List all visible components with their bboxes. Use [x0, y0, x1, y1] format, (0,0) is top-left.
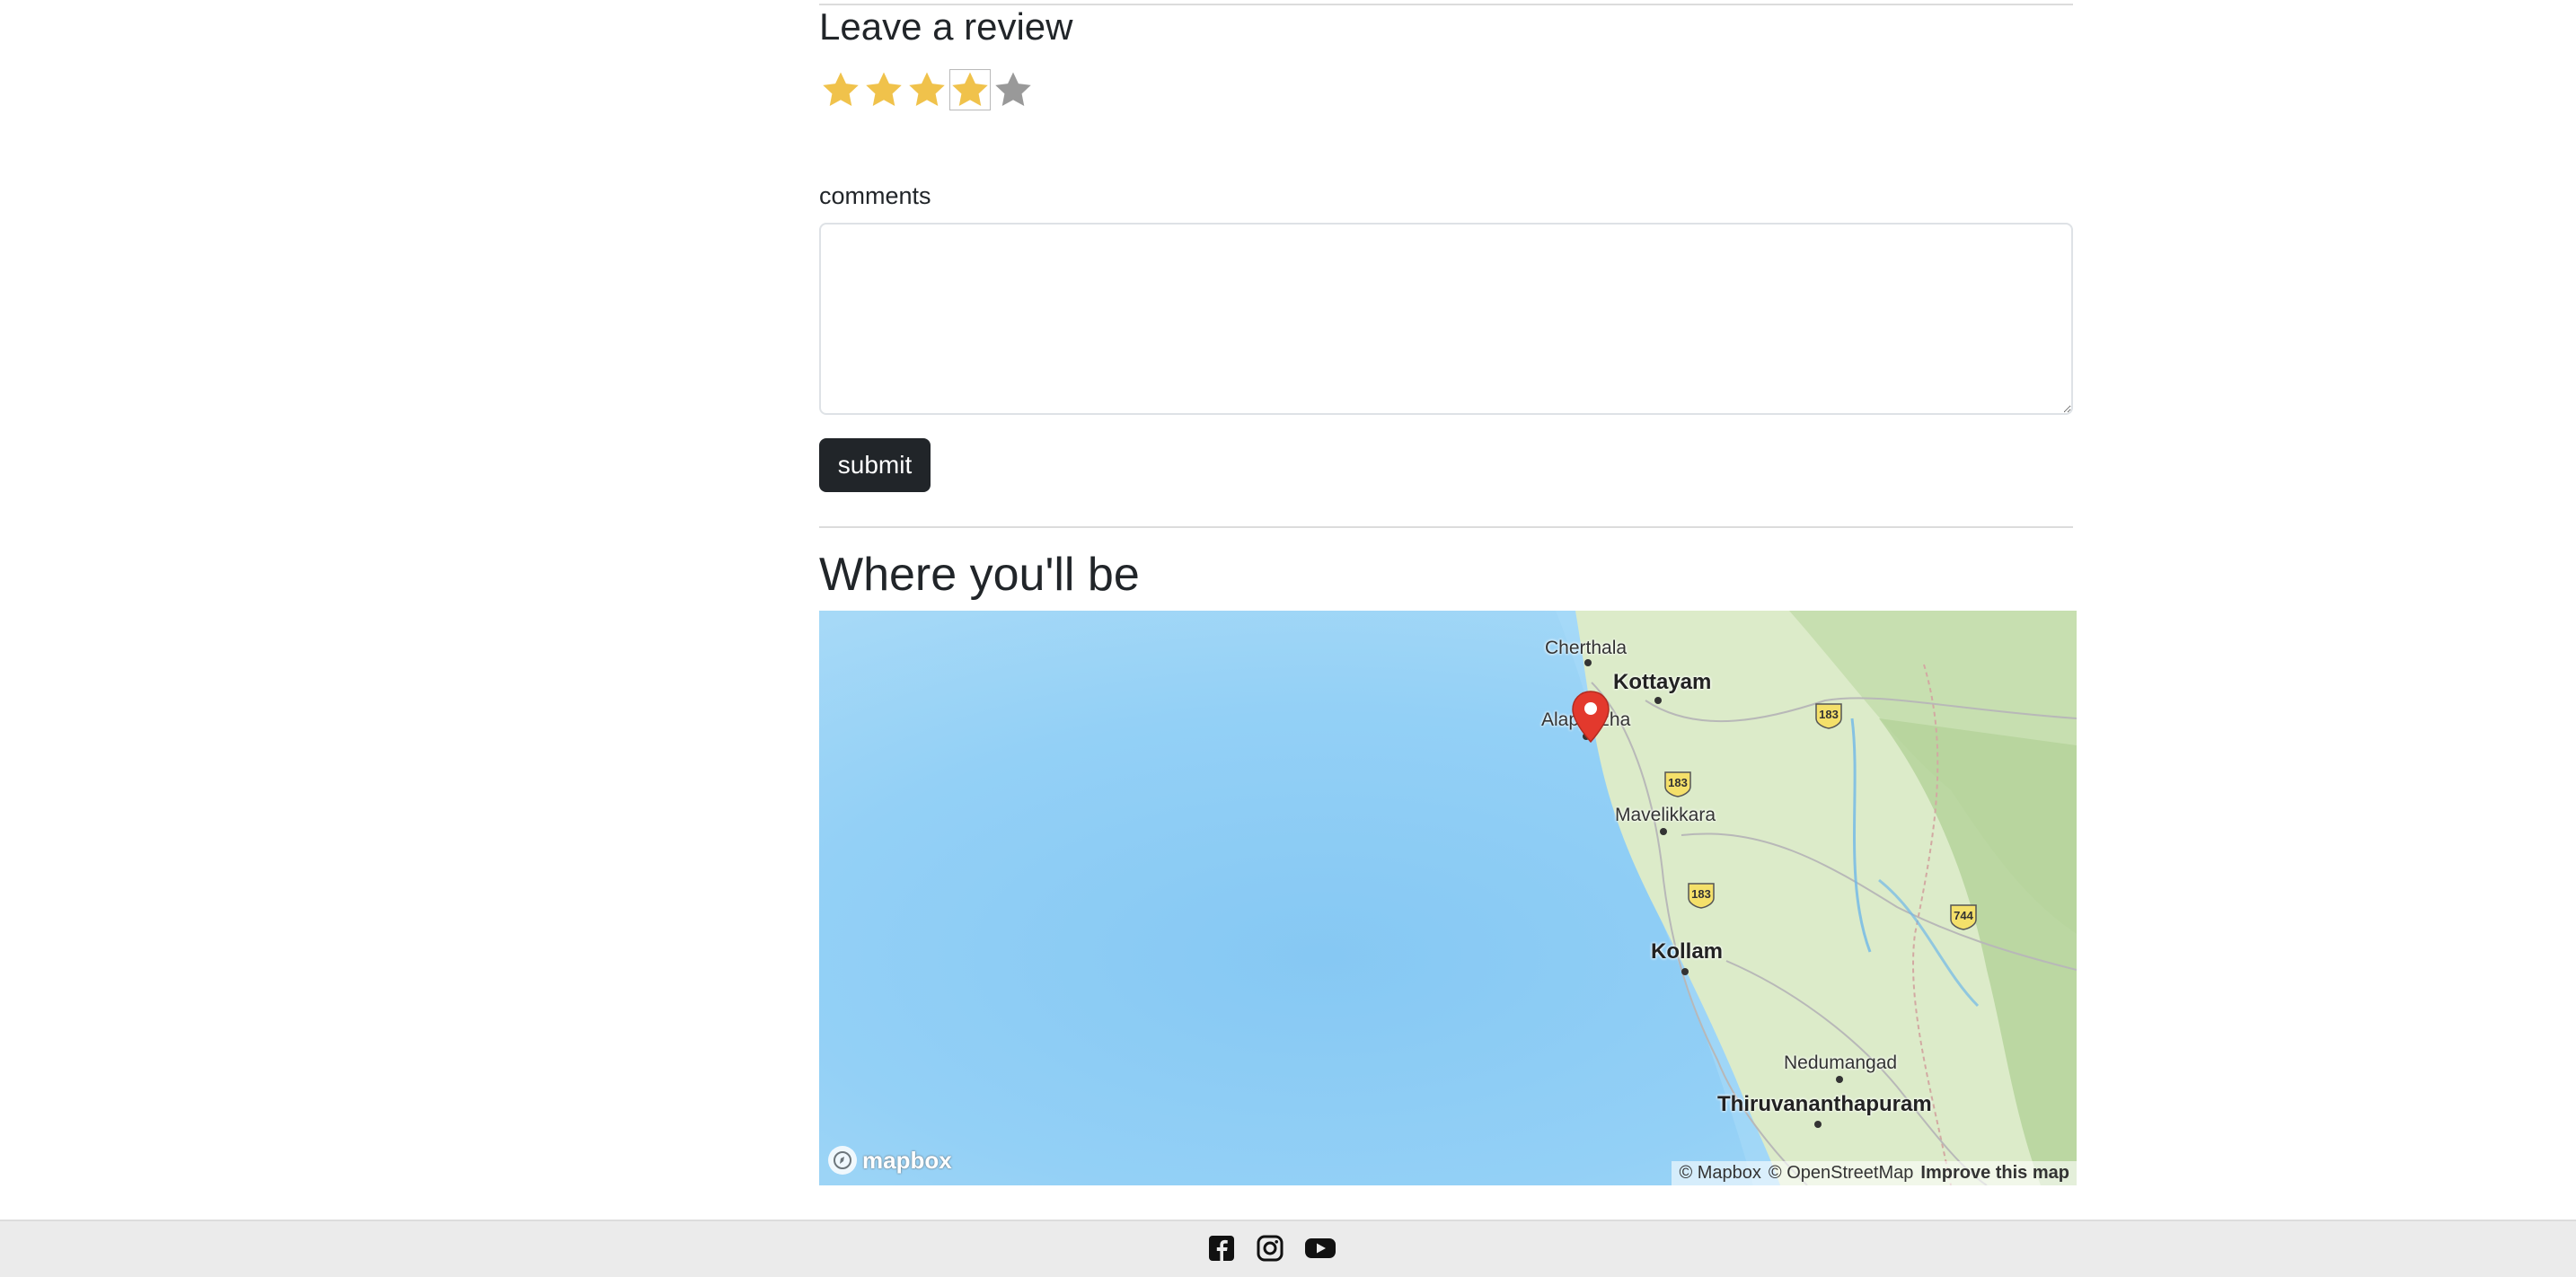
map-attribution: © Mapbox © OpenStreetMap Improve this ma… — [1672, 1161, 2077, 1185]
star-3[interactable] — [905, 68, 948, 111]
highway-shield: 183 — [1814, 700, 1843, 729]
submit-button[interactable]: submit — [819, 438, 931, 492]
city-label: Kollam — [1651, 939, 1724, 964]
star-icon — [823, 72, 859, 107]
instagram-icon[interactable] — [1256, 1234, 1284, 1263]
city-label: Mavelikkara — [1615, 805, 1716, 825]
location-marker-icon[interactable] — [1570, 690, 1611, 745]
star-icon — [995, 72, 1031, 107]
attribution-osm[interactable]: © OpenStreetMap — [1769, 1163, 1913, 1184]
location-heading: Where you'll be — [819, 549, 1140, 601]
highway-shield: 183 — [1663, 769, 1692, 797]
comments-textarea[interactable] — [819, 223, 2073, 415]
improve-map-link[interactable]: Improve this map — [1920, 1163, 2069, 1184]
city-label: Nedumangad — [1784, 1052, 1898, 1073]
star-2[interactable] — [862, 68, 905, 111]
footer — [0, 1220, 2576, 1277]
highway-shield: 183 — [1687, 880, 1716, 909]
city-label: Thiruvananthapuram — [1717, 1092, 1932, 1116]
star-icon — [909, 72, 945, 107]
city-label: Cherthala — [1545, 638, 1628, 658]
youtube-icon[interactable] — [1304, 1234, 1337, 1263]
mapbox-logo-text: mapbox — [862, 1146, 952, 1174]
review-heading: Leave a review — [819, 5, 1073, 48]
star-1[interactable] — [819, 68, 862, 111]
facebook-icon[interactable] — [1207, 1234, 1236, 1263]
star-rating[interactable] — [819, 68, 1035, 111]
star-4[interactable] — [948, 68, 992, 111]
mapbox-logo-icon — [828, 1146, 857, 1175]
comments-label: comments — [819, 182, 931, 209]
social-icons — [1207, 1234, 1337, 1263]
star-icon — [952, 72, 988, 107]
map[interactable]: Cherthala Kottayam Alappuzha Mavelikkara… — [819, 611, 2077, 1185]
divider — [819, 526, 2073, 528]
city-label: Kottayam — [1613, 670, 1712, 694]
attribution-mapbox[interactable]: © Mapbox — [1679, 1163, 1760, 1184]
star-icon — [866, 72, 902, 107]
mapbox-logo[interactable]: mapbox — [828, 1144, 952, 1176]
highway-shield: 744 — [1949, 902, 1978, 930]
star-5[interactable] — [992, 68, 1035, 111]
